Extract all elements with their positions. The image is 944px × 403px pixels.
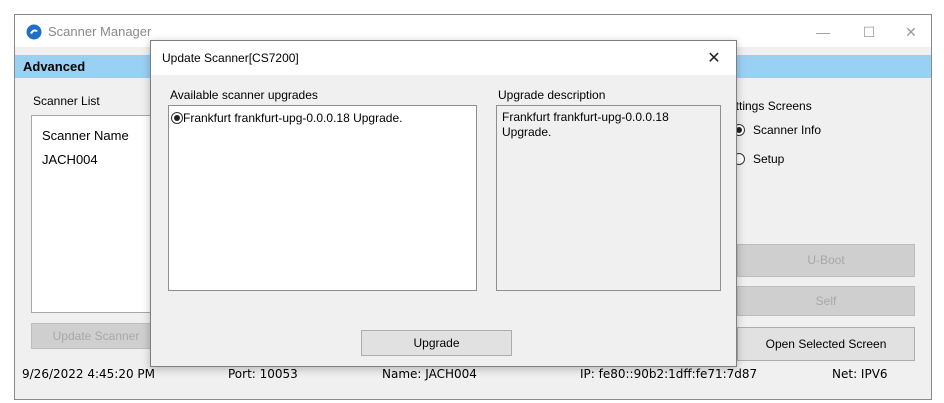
maximize-button[interactable]: ☐ (847, 20, 891, 44)
tab-advanced[interactable]: Advanced (23, 59, 85, 74)
app-title: Scanner Manager (48, 24, 152, 39)
status-port: Port: 10053 (228, 367, 298, 381)
update-scanner-dialog: Update Scanner[CS7200] ✕ Available scann… (150, 40, 737, 367)
status-name: Name: JACH004 (382, 367, 477, 381)
upgrade-option-radio[interactable] (171, 112, 183, 124)
upgrade-description-text: Frankfurt frankfurt-upg-0.0.0.18 Upgrade… (502, 110, 669, 139)
upgrade-button[interactable]: Upgrade (361, 330, 512, 356)
close-window-button[interactable]: ✕ (889, 20, 933, 44)
scanner-list-label: Scanner List (33, 94, 100, 108)
available-upgrades-list[interactable] (168, 105, 477, 291)
settings-screens-label: Settings Screens (721, 99, 812, 113)
upgrade-description-label: Upgrade description (498, 88, 606, 102)
scanner-info-label: Scanner Info (753, 123, 822, 137)
open-selected-screen-button[interactable]: Open Selected Screen (737, 327, 915, 361)
update-scanner-button[interactable]: Update Scanner (31, 323, 161, 349)
column-header-scanner-name[interactable]: Scanner Name (42, 128, 129, 143)
minimize-button[interactable]: — (801, 20, 845, 44)
self-button[interactable]: Self (737, 286, 915, 316)
scanner-list[interactable]: Scanner Name JACH004 (31, 115, 161, 313)
dialog-close-button[interactable]: ✕ (699, 47, 729, 71)
u-boot-button[interactable]: U-Boot (737, 244, 915, 277)
dialog-title: Update Scanner[CS7200] (162, 51, 299, 65)
setup-label: Setup (753, 152, 785, 166)
dialog-title-bar: Update Scanner[CS7200] ✕ (151, 41, 736, 75)
status-ip: IP: fe80::90b2:1dff:fe71:7d87 (580, 367, 758, 381)
scanner-manager-icon (26, 24, 42, 40)
available-upgrades-label: Available scanner upgrades (170, 88, 318, 102)
status-net: Net: IPV6 (832, 367, 888, 381)
status-datetime: 9/26/2022 4:45:20 PM (22, 367, 156, 381)
upgrade-option-label[interactable]: Frankfurt frankfurt-upg-0.0.0.18 Upgrade… (183, 111, 402, 125)
table-row[interactable]: JACH004 (42, 152, 98, 167)
